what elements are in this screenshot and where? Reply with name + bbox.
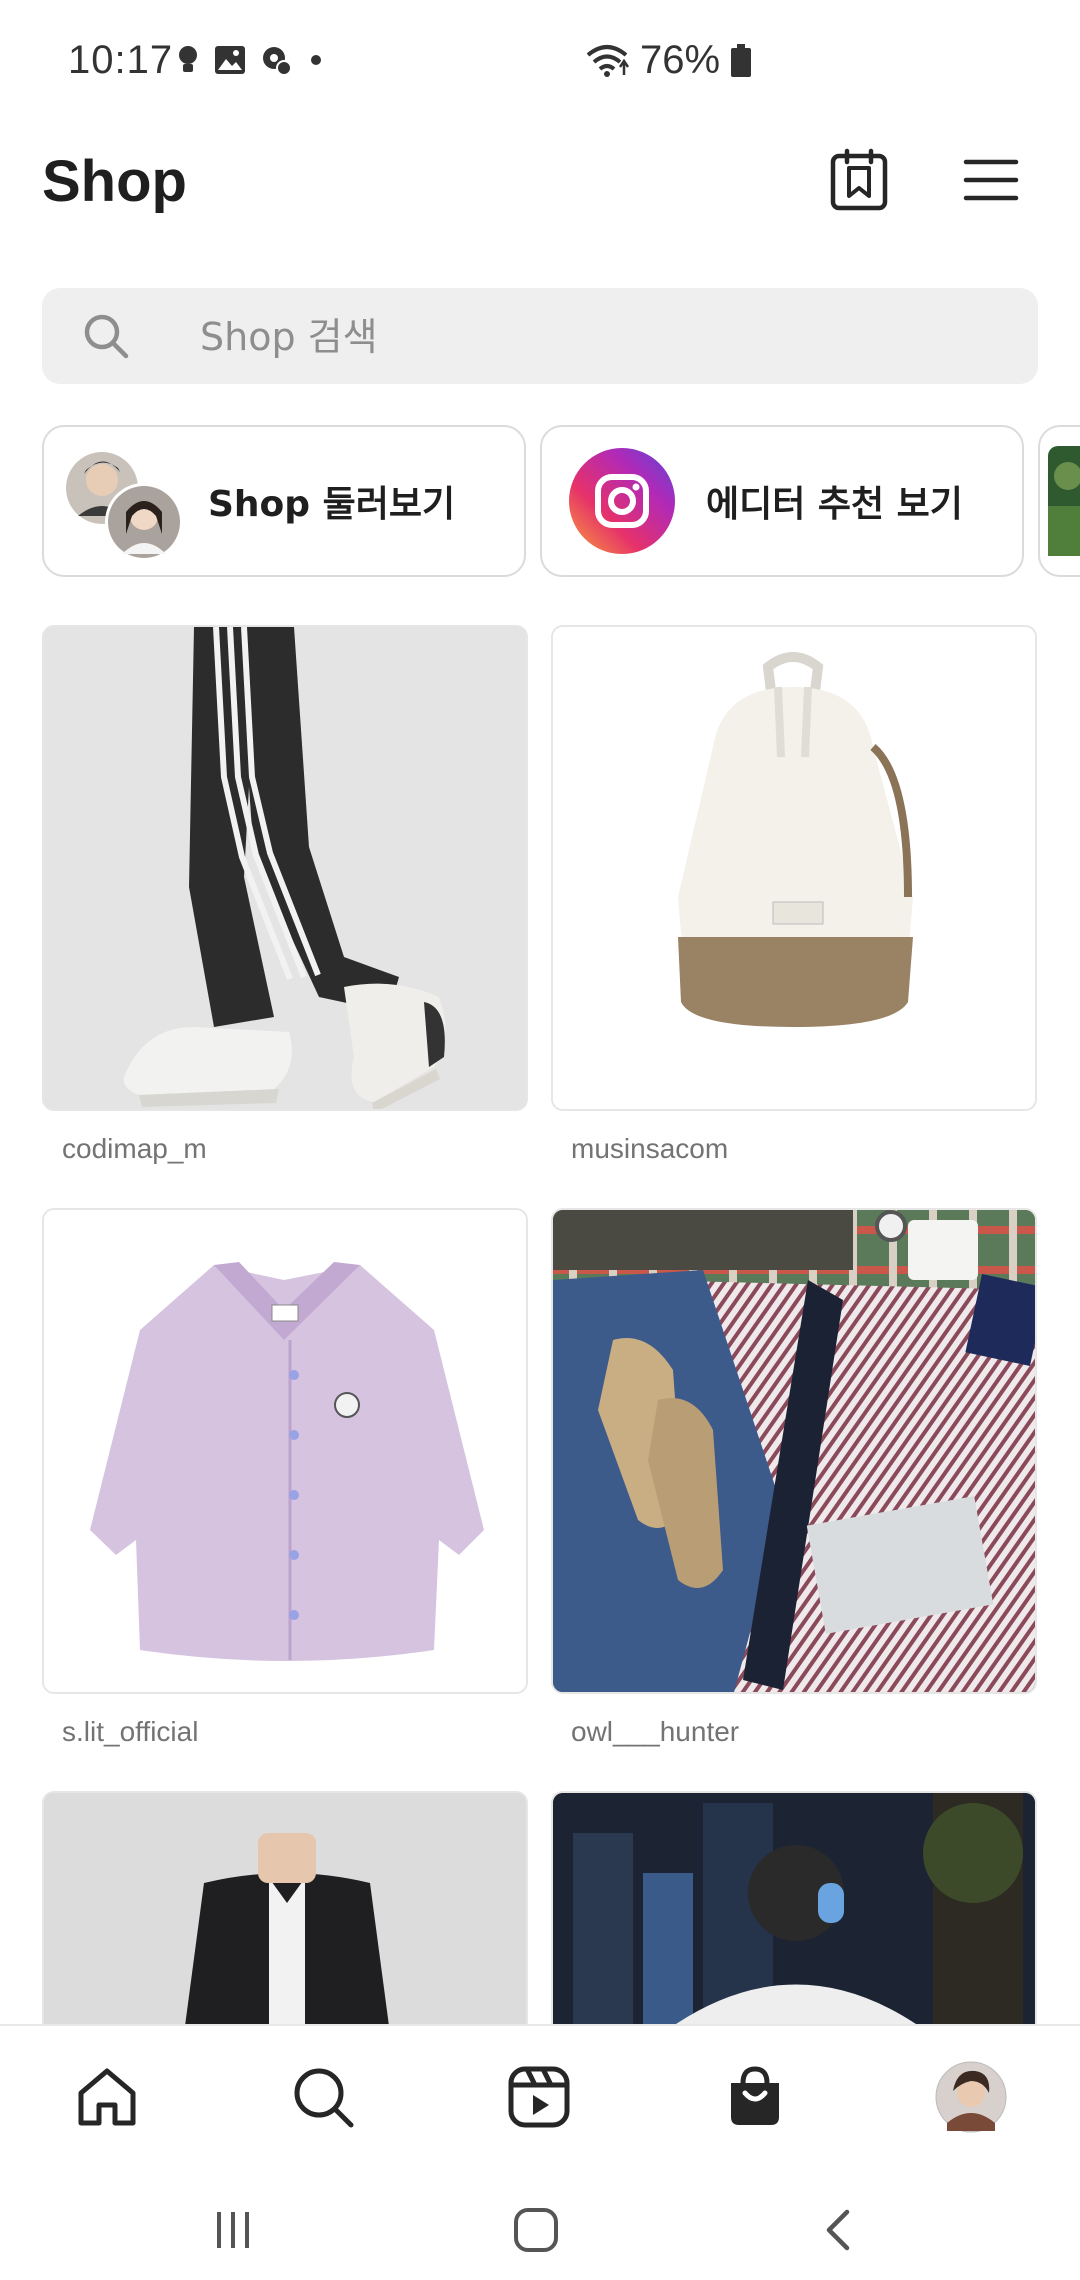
- nav-reels[interactable]: [494, 2052, 584, 2142]
- back-button[interactable]: [799, 2190, 879, 2270]
- product-image[interactable]: [42, 1208, 528, 1694]
- menu-icon: [963, 159, 1019, 201]
- shop-bag-icon: [731, 2066, 779, 2125]
- shop-shortcuts: Shop 둘러보기 에디터 추천 보기: [42, 425, 1080, 583]
- battery-icon: [731, 43, 752, 77]
- system-status: 76%: [584, 38, 752, 83]
- nav-home[interactable]: [62, 2052, 152, 2142]
- search-input[interactable]: [198, 288, 1002, 386]
- pajama-shirt-image: [44, 1210, 526, 1692]
- status-bar: 10:17 76%: [0, 0, 1080, 120]
- flatlay-outfit-image: [553, 1210, 1035, 1692]
- nav-profile[interactable]: [926, 2052, 1016, 2142]
- product-image[interactable]: [42, 625, 528, 1111]
- night-city-image: [553, 1793, 1035, 2024]
- product-image[interactable]: [551, 625, 1037, 1111]
- back-icon: [826, 2209, 850, 2251]
- denim-jacket-image: [44, 1793, 526, 2024]
- instagram-logo-icon: [569, 448, 675, 554]
- product-card[interactable]: codimap_m: [42, 625, 528, 1164]
- settings-badge-icon: [263, 47, 292, 76]
- chip-more[interactable]: [1038, 425, 1080, 577]
- menu-button[interactable]: [951, 140, 1031, 220]
- reels-icon: [508, 2066, 570, 2128]
- more-notifications-dot: [311, 55, 321, 65]
- nav-shop[interactable]: [710, 2052, 800, 2142]
- bottom-navigation: [0, 2024, 1080, 2172]
- chip-label-editor-picks: 에디터 추천 보기: [706, 484, 963, 525]
- bulb-icon: [179, 46, 197, 72]
- battery-percent: 76%: [640, 38, 721, 82]
- profile-avatar: [935, 2061, 1007, 2133]
- product-image[interactable]: [42, 1791, 528, 2024]
- app-header: Shop: [0, 120, 1080, 240]
- creator-avatars: [66, 452, 183, 561]
- duffel-bag-image: [553, 627, 1035, 1109]
- product-card[interactable]: s.lit_official: [42, 1208, 528, 1747]
- product-card[interactable]: owl___hunter: [551, 1208, 1037, 1747]
- search-icon: [294, 2068, 354, 2128]
- nav-search[interactable]: [278, 2052, 368, 2142]
- recents-button[interactable]: [193, 2190, 273, 2270]
- shop-username[interactable]: owl___hunter: [571, 1716, 739, 1748]
- home-button-icon: [514, 2208, 558, 2252]
- search-icon: [84, 314, 129, 359]
- chip-thumbnail: [1048, 446, 1080, 556]
- wishlist-button[interactable]: [819, 140, 899, 220]
- product-card[interactable]: musinsacom: [551, 625, 1037, 1164]
- shop-username[interactable]: codimap_m: [62, 1133, 207, 1165]
- wishlist-icon: [830, 148, 888, 211]
- home-button[interactable]: [496, 2190, 576, 2270]
- product-card[interactable]: [551, 1791, 1037, 2024]
- wifi-icon: [586, 44, 630, 77]
- track-pants-image: [44, 627, 526, 1109]
- home-icon: [78, 2068, 136, 2126]
- recents-icon: [217, 2212, 249, 2248]
- product-card[interactable]: [42, 1791, 528, 2024]
- chip-editor-picks[interactable]: 에디터 추천 보기: [540, 425, 1024, 577]
- status-time: 10:17: [68, 38, 174, 82]
- notification-icons: [176, 44, 326, 76]
- product-image[interactable]: [551, 1208, 1037, 1694]
- page-title: Shop: [42, 149, 187, 214]
- gallery-icon: [215, 46, 245, 74]
- system-navigation: [0, 2170, 1080, 2280]
- chip-browse-shop[interactable]: Shop 둘러보기: [42, 425, 526, 577]
- shop-username[interactable]: s.lit_official: [62, 1716, 198, 1748]
- shop-username[interactable]: musinsacom: [571, 1133, 728, 1165]
- chip-label-browse-shop: Shop 둘러보기: [208, 484, 456, 525]
- product-image[interactable]: [551, 1791, 1037, 2024]
- shop-search-bar[interactable]: [42, 288, 1038, 386]
